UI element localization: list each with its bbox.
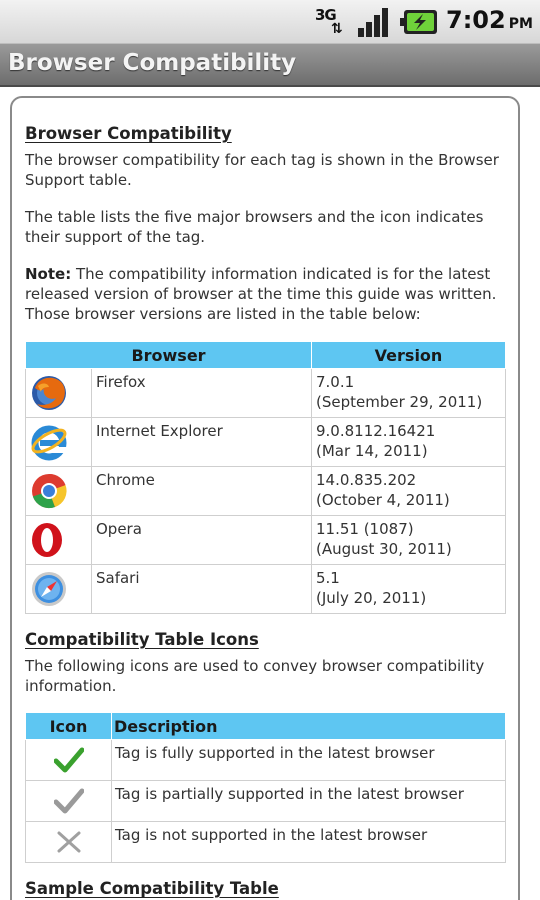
- table-row: Tag is fully supported in the latest bro…: [25, 739, 506, 781]
- section-heading-sample-table: Sample Compatibility Table: [25, 879, 279, 898]
- legend-icon-cell: [25, 821, 112, 863]
- browser-icon-cell: [25, 417, 92, 467]
- table-row: Internet Explorer 9.0.8112.16421 (Mar 14,…: [25, 417, 506, 467]
- clock: 7:02 PM: [446, 6, 533, 38]
- browser-version: 5.1 (July 20, 2011): [311, 564, 506, 614]
- section-heading-compatibility-icons: Compatibility Table Icons: [25, 630, 259, 649]
- signal-strength-icon: [358, 8, 388, 37]
- browser-version: 7.0.1 (September 29, 2011): [311, 368, 506, 418]
- content-panel[interactable]: Browser Compatibility The browser compat…: [10, 96, 520, 900]
- section-heading-browser-compatibility: Browser Compatibility: [25, 124, 232, 143]
- icons-paragraph: The following icons are used to convey b…: [25, 657, 485, 695]
- legend-description: Tag is fully supported in the latest bro…: [111, 739, 506, 781]
- version-date: (September 29, 2011): [316, 393, 483, 411]
- browser-icon-cell: [25, 466, 92, 516]
- table-description-paragraph: The table lists the five major browsers …: [25, 208, 484, 246]
- note-label: Note:: [25, 265, 72, 283]
- gray-check-icon: [53, 788, 84, 814]
- table-row: Safari 5.1 (July 20, 2011): [25, 564, 506, 614]
- intro-paragraph: The browser compatibility for each tag i…: [25, 151, 499, 189]
- table-row: Tag is not supported in the latest brows…: [25, 821, 506, 863]
- chrome-icon: [32, 473, 67, 509]
- browser-version: 9.0.8112.16421 (Mar 14, 2011): [311, 417, 506, 467]
- browser-name: Chrome: [91, 466, 312, 516]
- title-bar: Browser Compatibility: [0, 44, 540, 87]
- browser-icon-cell: [25, 564, 92, 614]
- 3g-network-icon: 3G ⇅: [315, 6, 343, 37]
- version-number: 5.1: [316, 569, 340, 587]
- browser-icon-cell: [25, 515, 92, 565]
- browser-name: Firefox: [91, 368, 312, 418]
- internet-explorer-icon: [31, 425, 67, 461]
- legend-icon-cell: [25, 739, 112, 781]
- version-date: (Mar 14, 2011): [316, 442, 428, 460]
- clock-time: 7:02: [446, 6, 506, 34]
- version-number: 7.0.1: [316, 373, 355, 391]
- legend-description: Tag is not supported in the latest brows…: [111, 821, 506, 863]
- table-row: Tag is partially supported in the latest…: [25, 780, 506, 822]
- opera-icon: [32, 523, 62, 557]
- table-row: Opera 11.51 (1087) (August 30, 2011): [25, 515, 506, 565]
- version-number: 9.0.8112.16421: [316, 422, 436, 440]
- app-title: Browser Compatibility: [8, 50, 297, 76]
- legend-icon-cell: [25, 780, 112, 822]
- column-header-icon: Icon: [25, 712, 112, 740]
- clock-ampm: PM: [508, 16, 533, 32]
- battery-charging-icon: [400, 10, 437, 34]
- table-row: Chrome 14.0.835.202 (October 4, 2011): [25, 466, 506, 516]
- legend-description: Tag is partially supported in the latest…: [111, 780, 506, 822]
- safari-icon: [32, 572, 66, 606]
- column-header-version: Version: [311, 341, 506, 369]
- browser-name: Safari: [91, 564, 312, 614]
- column-header-browser: Browser: [25, 341, 312, 369]
- table-row: Firefox 7.0.1 (September 29, 2011): [25, 368, 506, 418]
- icon-legend-table: Icon Description Tag is fully supported …: [25, 712, 506, 863]
- status-bar: 3G ⇅ 7:02 PM: [0, 0, 540, 44]
- version-date: (August 30, 2011): [316, 540, 452, 558]
- browser-version: 14.0.835.202 (October 4, 2011): [311, 466, 506, 516]
- version-number: 14.0.835.202: [316, 471, 417, 489]
- browser-name: Internet Explorer: [91, 417, 312, 467]
- note-paragraph: Note: The compatibility information indi…: [25, 264, 505, 324]
- green-check-icon: [53, 747, 84, 773]
- browser-version: 11.51 (1087) (August 30, 2011): [311, 515, 506, 565]
- note-text: The compatibility information indicated …: [25, 265, 497, 323]
- column-header-description: Description: [111, 712, 506, 740]
- version-date: (October 4, 2011): [316, 491, 450, 509]
- browser-version-table: Browser Version Firefox 7.0.1 (September …: [25, 341, 506, 614]
- gray-x-icon: [57, 831, 80, 853]
- browser-icon-cell: [25, 368, 92, 418]
- version-date: (July 20, 2011): [316, 589, 427, 607]
- firefox-icon: [32, 376, 66, 410]
- browser-name: Opera: [91, 515, 312, 565]
- version-number: 11.51 (1087): [316, 520, 414, 538]
